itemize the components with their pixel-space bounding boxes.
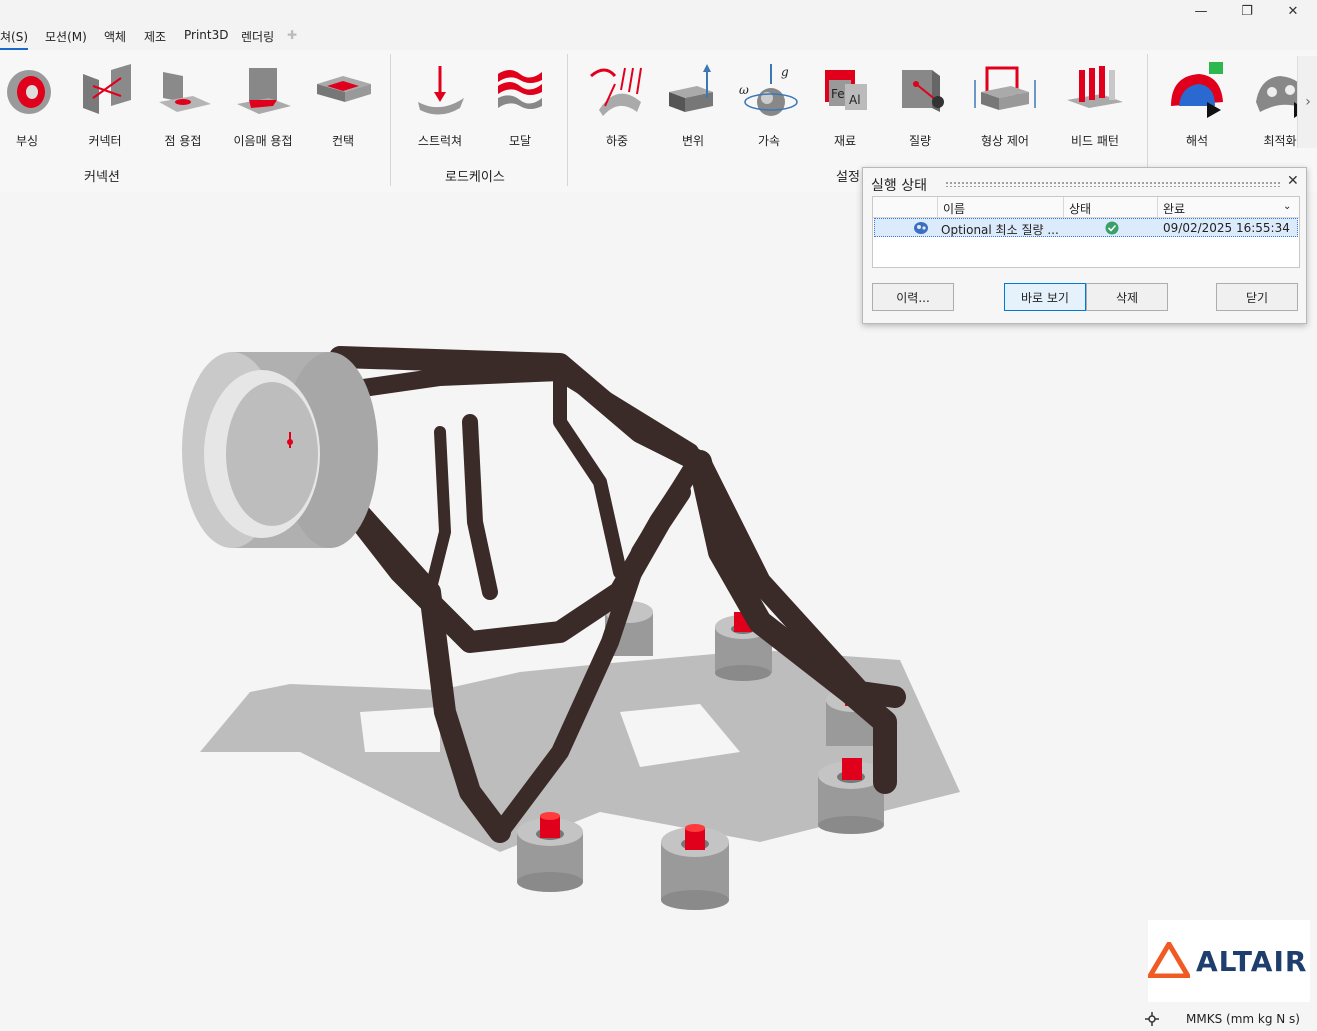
tool-label: 질량 — [908, 134, 932, 148]
units-settings-icon[interactable] — [1145, 1012, 1159, 1026]
analysis-icon — [1171, 62, 1223, 118]
unit-system-label[interactable]: MMKS (mm kg N s) — [1186, 1012, 1300, 1026]
load-tool[interactable]: 하중 — [580, 62, 654, 152]
menu-print3d[interactable]: Print3D — [184, 28, 228, 42]
contact-tool[interactable]: 컨택 — [306, 62, 380, 152]
status-complete-icon — [1105, 221, 1119, 235]
bead-pattern-icon — [1067, 66, 1123, 108]
menu-motion[interactable]: 모션(M) — [45, 28, 87, 45]
material-icon: Fe Al — [825, 70, 867, 110]
delete-button[interactable]: 삭제 — [1086, 283, 1168, 311]
tool-label: 부싱 — [15, 134, 39, 148]
restore-button[interactable]: ❐ — [1224, 0, 1270, 22]
bushing-tool[interactable]: 부싱 — [0, 62, 64, 152]
ribbon-scroll-right-icon[interactable]: › — [1297, 56, 1317, 148]
group-label-loadcase: 로드케이스 — [445, 170, 505, 185]
view-button[interactable]: 바로 보기 — [1004, 283, 1086, 311]
material-tool[interactable]: Fe Al 재료 — [808, 62, 882, 152]
title-bar: — ❐ ✕ — [0, 0, 1317, 22]
run-table: 이름 상태 완료 ⌄ Optional 최소 질량 ... 09/02/2025… — [872, 196, 1300, 268]
run-completed-time: 09/02/2025 16:55:34 — [1163, 221, 1290, 235]
tool-label: 점 용접 — [164, 134, 202, 148]
column-divider — [937, 197, 938, 217]
column-header-status[interactable]: 상태 — [1069, 200, 1091, 217]
menu-rendering[interactable]: 렌더링 — [241, 28, 274, 45]
svg-text:ω: ω — [739, 83, 749, 97]
structure-tool[interactable]: 스트럭쳐 — [403, 62, 477, 152]
boss-2 — [661, 824, 729, 910]
column-divider — [1063, 197, 1064, 217]
group-separator — [390, 54, 391, 186]
group-separator — [567, 54, 568, 186]
acceleration-tool[interactable]: gω 가속 — [732, 62, 806, 152]
svg-text:Fe: Fe — [831, 87, 845, 101]
spot-weld-icon — [159, 72, 211, 112]
mount-cylinder — [182, 352, 378, 548]
add-tab-icon[interactable]: ✚ — [287, 28, 297, 42]
run-name: Optional 최소 질량 ... — [941, 223, 1059, 237]
mass-tool[interactable]: 질량 — [883, 62, 957, 152]
tool-label: 재료 — [833, 134, 857, 148]
tool-label: 커넥터 — [88, 134, 122, 148]
analysis-tool[interactable]: 해석 — [1160, 62, 1234, 152]
acceleration-icon: gω — [739, 64, 798, 116]
group-label-connection: 커넥션 — [84, 170, 120, 185]
shape-control-tool[interactable]: 형상 제어 — [968, 62, 1042, 152]
table-header: 이름 상태 완료 ⌄ — [873, 197, 1299, 218]
svg-text:Al: Al — [849, 93, 861, 107]
close-button[interactable]: 닫기 — [1216, 283, 1298, 311]
altair-logo: ALTAIR — [1148, 920, 1310, 1002]
contact-icon — [317, 76, 371, 102]
tool-label: 컨택 — [331, 134, 355, 148]
altair-logo-mark-icon — [1148, 942, 1190, 978]
seam-weld-icon — [237, 68, 291, 114]
history-button[interactable]: 이력... — [872, 283, 954, 311]
tool-label: 해석 — [1185, 134, 1209, 148]
tool-label: 비드 패턴 — [1071, 134, 1119, 148]
dialog-title: 실행 상태 — [871, 178, 927, 194]
modal-icon — [498, 70, 542, 109]
menu-fluid[interactable]: 액체 — [104, 28, 126, 45]
altair-logo-text: ALTAIR — [1196, 945, 1308, 978]
load-icon — [590, 67, 642, 116]
dialog-drag-handle[interactable] — [945, 181, 1280, 187]
connector-icon — [83, 64, 131, 114]
spot-weld-tool[interactable]: 점 용접 — [146, 62, 220, 152]
column-header-completed[interactable]: 완료 — [1163, 200, 1185, 217]
sort-chevron-icon[interactable]: ⌄ — [1283, 201, 1291, 212]
dialog-close-icon[interactable]: ✕ — [1287, 173, 1299, 189]
bead-pattern-tool[interactable]: 비드 패턴 — [1058, 62, 1132, 152]
displacement-tool[interactable]: 변위 — [656, 62, 730, 152]
column-header-name[interactable]: 이름 — [943, 200, 965, 217]
seam-weld-tool[interactable]: 이음매 용접 — [226, 62, 300, 152]
svg-text:g: g — [781, 65, 789, 79]
shape-control-icon — [974, 66, 1036, 110]
table-row[interactable]: Optional 최소 질량 ... 09/02/2025 16:55:34 — [874, 218, 1298, 237]
run-status-dialog: 실행 상태 ✕ 이름 상태 완료 ⌄ Optional 최소 질량 ... 09… — [862, 167, 1307, 324]
close-window-button[interactable]: ✕ — [1270, 0, 1316, 22]
structure-icon — [418, 66, 464, 115]
column-divider — [1157, 197, 1158, 217]
bushing-icon — [7, 70, 51, 114]
tool-label: 하중 — [605, 134, 629, 148]
tool-label: 이음매 용접 — [233, 134, 293, 148]
tool-label: 형상 제어 — [981, 134, 1029, 148]
menu-manufacturing[interactable]: 제조 — [144, 28, 166, 45]
boss-1 — [517, 812, 583, 892]
menu-bar: 쳐(S) 모션(M) 액체 제조 Print3D 렌더링 ✚ — [0, 22, 1317, 66]
minimize-button[interactable]: — — [1178, 0, 1224, 22]
tool-label: 가속 — [757, 134, 781, 148]
mass-icon — [902, 70, 944, 112]
menu-structure[interactable]: 쳐(S) — [0, 28, 29, 50]
tool-label: 변위 — [681, 134, 705, 148]
tool-label: 모달 — [508, 134, 532, 148]
modal-tool[interactable]: 모달 — [483, 62, 557, 152]
displacement-icon — [669, 64, 713, 112]
run-type-icon — [914, 222, 928, 234]
connector-tool[interactable]: 커넥터 — [68, 62, 142, 152]
group-label-setup: 설정 — [836, 170, 860, 185]
tool-label: 스트럭쳐 — [417, 134, 463, 148]
